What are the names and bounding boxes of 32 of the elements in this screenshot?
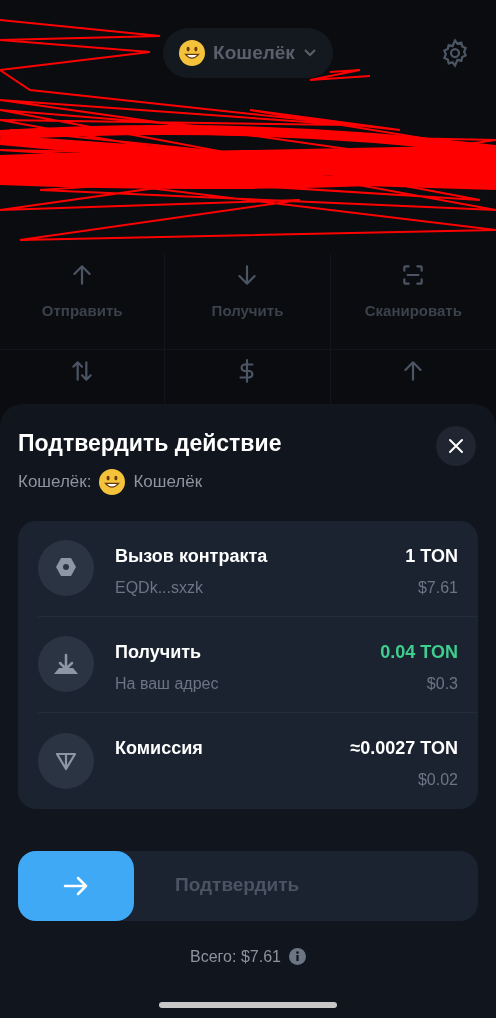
action-tile[interactable]: Получить <box>165 254 331 350</box>
action-label: Сканировать <box>364 301 462 321</box>
item-fiat: $7.61 <box>417 577 458 598</box>
item-title: Комиссия <box>115 736 204 760</box>
item-amount: ≈0.0027 TON <box>350 736 458 760</box>
item-subtitle: На ваш адрес <box>115 673 220 694</box>
item-title: Вызов контракта <box>115 544 269 568</box>
action-tile[interactable]: Отправить <box>0 254 166 350</box>
total-text: Всего: $7.61 <box>190 946 281 967</box>
info-icon[interactable] <box>288 948 306 965</box>
action-label: Отправить <box>41 301 123 321</box>
item-amount: 0.04 TON <box>380 640 458 664</box>
action-tile[interactable]: Сканировать <box>330 254 496 350</box>
sheet-title: Подтвердить действие <box>18 429 282 458</box>
arrow-right-icon <box>63 875 89 896</box>
wallet-label: Кошелёк: <box>18 470 92 493</box>
item-title: Получить <box>115 640 203 664</box>
close-icon <box>448 438 464 454</box>
chevron-down-icon <box>302 48 317 58</box>
slider-handle[interactable] <box>18 850 134 921</box>
wallet-selector[interactable]: Кошелёк <box>163 28 333 78</box>
close-button[interactable] <box>436 426 476 466</box>
settings-icon[interactable] <box>440 38 470 68</box>
wallet-name: Кошелёк <box>133 470 203 493</box>
item-fiat: $0.02 <box>417 769 458 790</box>
emoji-icon <box>99 468 126 495</box>
download-icon <box>38 636 94 692</box>
action-label: Получить <box>211 301 284 321</box>
item-fiat: $0.3 <box>426 673 458 694</box>
emoji-icon <box>179 40 206 66</box>
item-subtitle: EQDk...sxzk <box>115 577 204 598</box>
item-amount: 1 TON <box>405 544 458 568</box>
